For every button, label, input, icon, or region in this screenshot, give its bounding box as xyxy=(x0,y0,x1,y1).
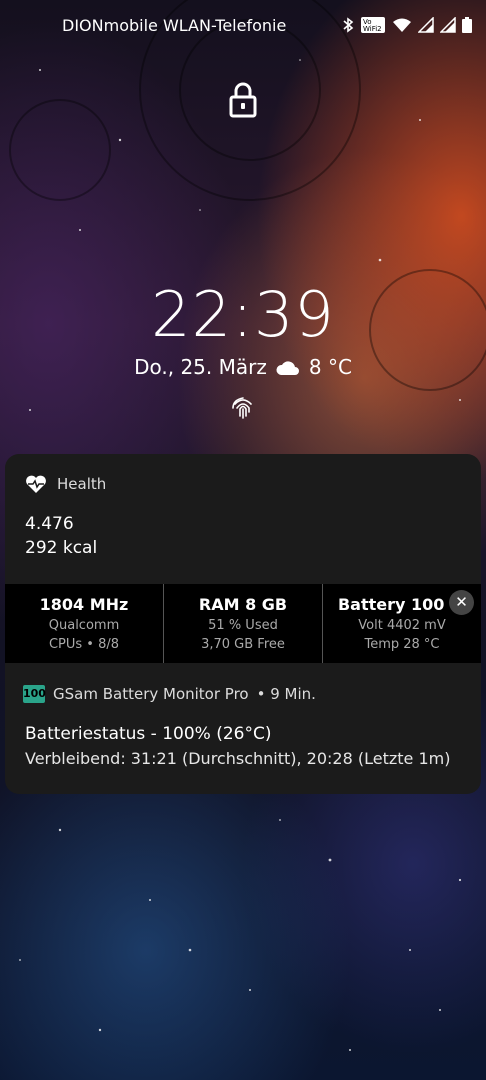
carrier-name: DIONmobile WLAN-Telefonie xyxy=(62,16,287,35)
cpu-line2: CPUs • 8/8 xyxy=(48,637,120,652)
vowifi2-icon: VoWiFi2 xyxy=(361,17,385,33)
cpu-title: 1804 MHz xyxy=(39,595,129,614)
gsam-app-icon: 100 xyxy=(23,685,46,703)
gsam-time: • 9 Min. xyxy=(256,685,316,703)
signal-icon xyxy=(440,17,456,33)
health-kcal: 292 kcal xyxy=(25,538,98,558)
clock: 22:39 xyxy=(151,278,335,351)
gsam-notification-header: 100 GSam Battery Monitor Pro • 9 Min. xyxy=(23,685,316,703)
close-icon[interactable]: ✕ xyxy=(449,590,474,615)
signal-icon xyxy=(418,17,434,33)
bluetooth-icon xyxy=(343,17,354,33)
health-notification-header: Health xyxy=(25,474,106,494)
date-weather-line: Do., 25. März 8 °C xyxy=(0,355,486,379)
gsam-text: Verbleibend: 31:21 (Durchschnitt), 20:28… xyxy=(25,749,451,768)
date-label: Do., 25. März xyxy=(134,355,267,379)
ram-line1: 51 % Used xyxy=(208,618,278,633)
battery-icon xyxy=(462,17,472,33)
cpu-stat: 1804 MHz Qualcomm CPUs • 8/8 xyxy=(5,584,164,663)
system-monitor-notification[interactable]: 1804 MHz Qualcomm CPUs • 8/8 RAM 8 GB 51… xyxy=(5,584,481,663)
cpu-line1: Qualcomm xyxy=(48,618,120,633)
heart-icon xyxy=(26,475,46,493)
temperature-label: 8 °C xyxy=(308,355,352,379)
health-steps: 4.476 xyxy=(25,514,74,534)
svg-text:WiFi2: WiFi2 xyxy=(363,25,382,33)
fingerprint-icon[interactable] xyxy=(229,394,257,422)
notification-card[interactable]: Health 4.476 292 kcal 1804 MHz Qualcomm … xyxy=(5,454,481,794)
gsam-title: Batteriestatus - 100% (26°C) xyxy=(25,724,272,744)
gsam-app-name: GSam Battery Monitor Pro xyxy=(53,685,249,703)
battery-line1: Volt 4402 mV xyxy=(358,618,446,633)
ram-stat: RAM 8 GB 51 % Used 3,70 GB Free xyxy=(164,584,323,663)
health-app-name: Health xyxy=(57,475,107,493)
ram-title: RAM 8 GB xyxy=(198,595,288,614)
wifi-icon xyxy=(393,18,411,32)
status-icons: Vo WiFi2 xyxy=(342,16,472,34)
lock-icon[interactable] xyxy=(229,82,257,118)
status-bar: DIONmobile WLAN-Telefonie Vo WiFi2 xyxy=(0,14,486,38)
ram-line2: 3,70 GB Free xyxy=(201,637,285,652)
partly-cloudy-icon xyxy=(276,361,299,375)
battery-line2: Temp 28 °C xyxy=(364,637,440,652)
